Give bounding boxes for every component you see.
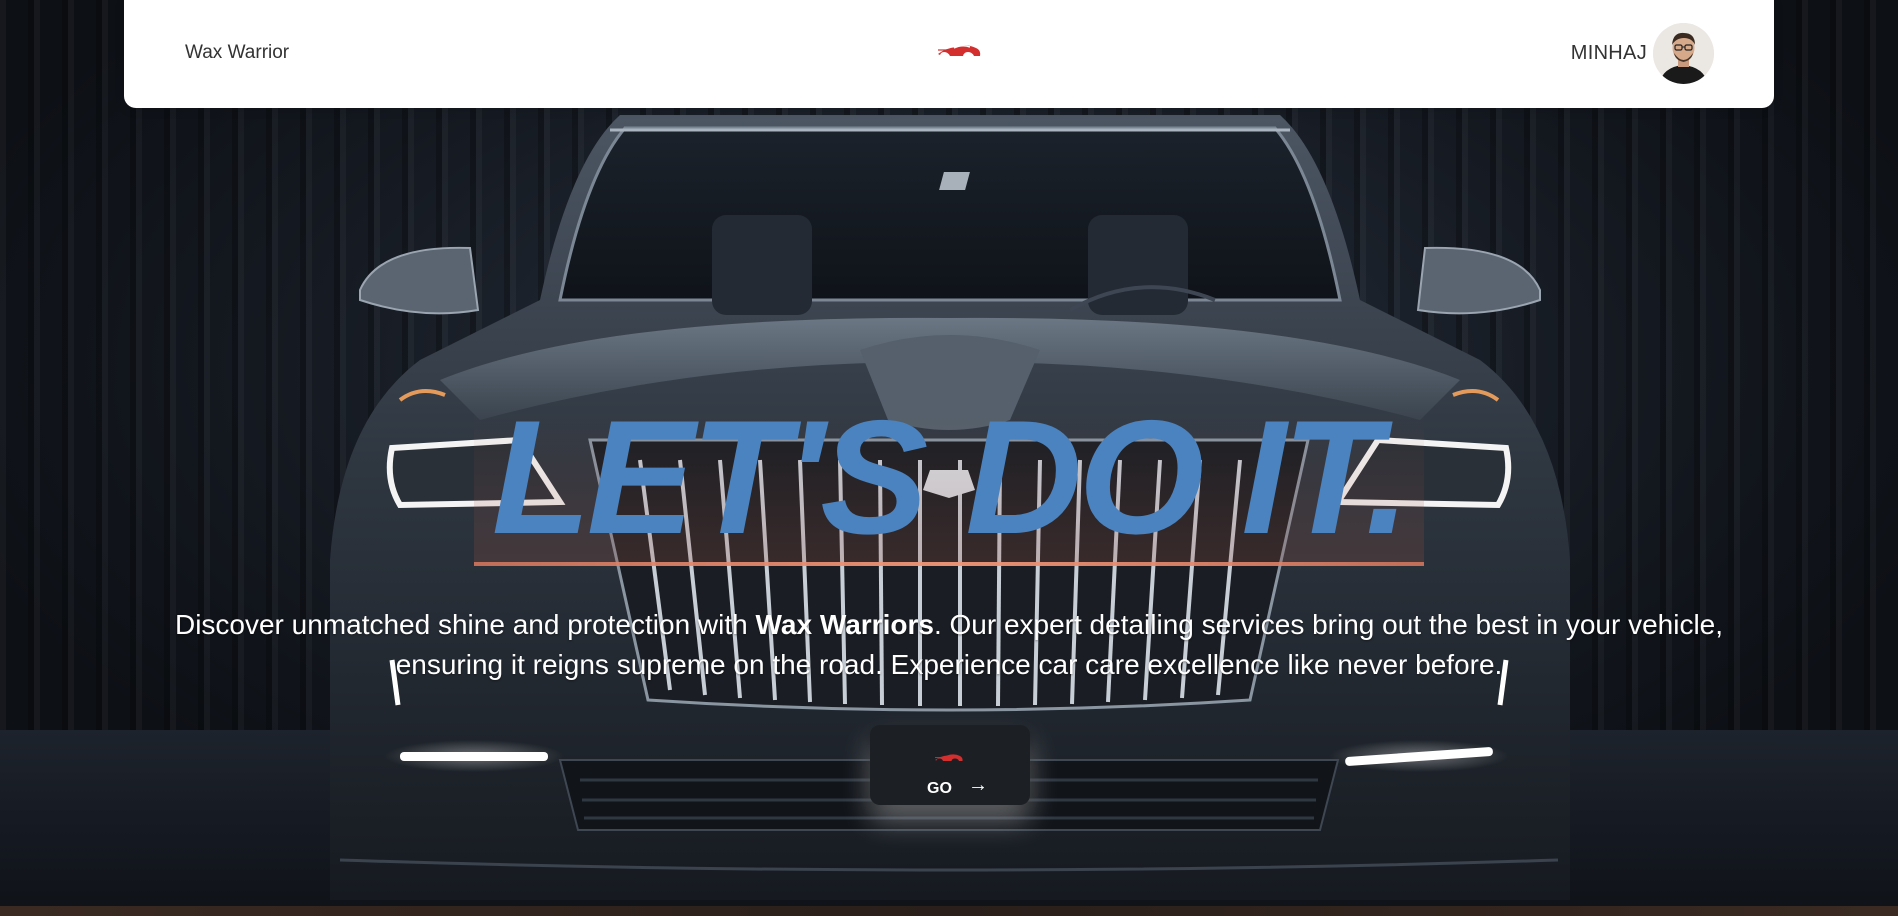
hero-headline: LET'S DO IT.	[491, 387, 1411, 568]
hero-tagline: Discover unmatched shine and protection …	[150, 605, 1748, 685]
page-bottom-strip	[0, 906, 1898, 916]
go-button[interactable]: GO →	[870, 725, 1030, 805]
sports-car-logo-icon	[935, 754, 963, 761]
sports-car-logo-icon[interactable]	[936, 40, 982, 62]
go-button-label: GO	[927, 780, 952, 797]
arrow-right-icon: →	[968, 774, 988, 796]
user-avatar[interactable]	[1653, 23, 1714, 84]
tagline-brand: Wax Warriors	[755, 609, 934, 640]
tagline-text-start: Discover unmatched shine and protection …	[174, 609, 756, 640]
headline-block: LET'S DO IT.	[474, 390, 1424, 566]
avatar-portrait	[1653, 23, 1714, 84]
user-name-label[interactable]: MINHAJ	[1571, 42, 1647, 65]
top-navbar: Wax Warrior MINHAJ	[124, 0, 1774, 108]
brand-name-link[interactable]: Wax Warrior	[185, 42, 289, 64]
